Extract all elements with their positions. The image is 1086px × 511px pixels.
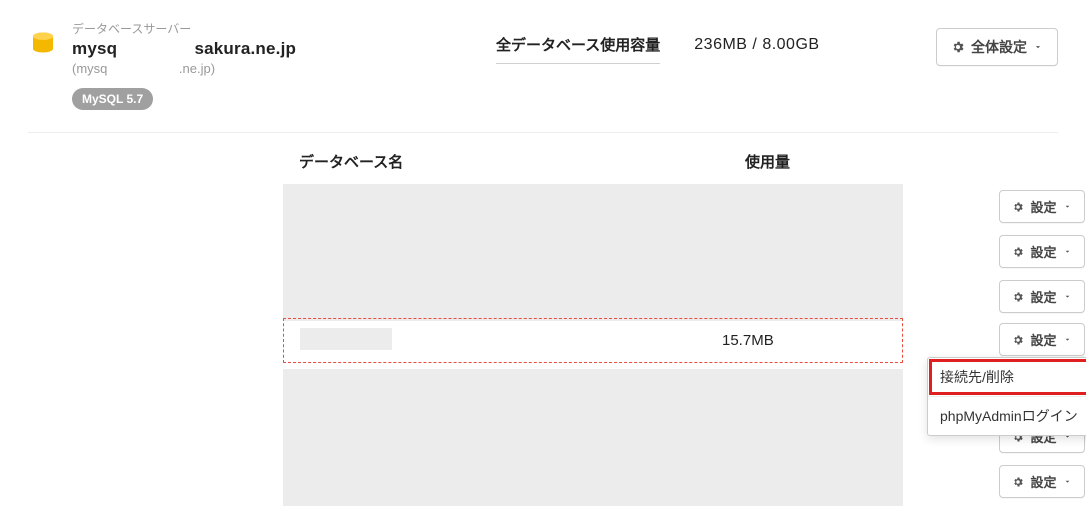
gear-icon — [1012, 246, 1024, 258]
table-row: 設定 — [283, 459, 1085, 504]
usage-values: 236MB / 8.00GB — [694, 36, 819, 63]
global-settings-button[interactable]: 全体設定 — [936, 28, 1058, 66]
row-settings-button[interactable]: 設定 — [999, 280, 1085, 313]
chevron-down-icon — [1033, 42, 1043, 52]
server-host: mysqxxxxxxxxsakura.ne.jp — [72, 39, 302, 59]
chevron-down-icon — [1063, 477, 1072, 486]
server-label: データベースサーバー — [72, 20, 302, 37]
gear-icon — [1012, 201, 1024, 213]
database-table: データベース名 使用量 設定 — [283, 151, 1085, 504]
dropdown-connect-delete[interactable]: 接続先/削除 — [928, 358, 1086, 396]
global-settings-label: 全体設定 — [971, 37, 1027, 57]
database-icon — [28, 30, 58, 60]
mysql-version-badge: MySQL 5.7 — [72, 88, 153, 110]
chevron-down-icon — [1063, 202, 1072, 211]
col-header-name: データベース名 — [299, 151, 745, 172]
row-settings-button[interactable]: 設定 — [999, 190, 1085, 223]
table-row: 設定 — [283, 229, 1085, 274]
row-settings-button[interactable]: 設定 — [999, 323, 1085, 356]
table-row: 設定 — [283, 274, 1085, 319]
table-header: データベース名 使用量 — [283, 151, 1085, 184]
row-settings-button[interactable]: 設定 — [999, 465, 1085, 498]
chevron-down-icon — [1063, 292, 1072, 301]
gear-icon — [1012, 291, 1024, 303]
col-header-usage: 使用量 — [745, 151, 955, 172]
chevron-down-icon — [1063, 247, 1072, 256]
table-row-selected: 15.7MB — [283, 318, 903, 363]
row-settings-button[interactable]: 設定 — [999, 235, 1085, 268]
gear-icon — [951, 40, 965, 54]
db-name — [300, 328, 722, 353]
gear-icon — [1012, 334, 1024, 346]
db-usage: 15.7MB — [722, 332, 902, 349]
usage-summary: 全データベース使用容量 236MB / 8.00GB — [496, 34, 820, 64]
row-settings-dropdown: 接続先/削除 phpMyAdminログイン — [927, 357, 1086, 436]
chevron-down-icon — [1063, 335, 1072, 344]
gear-icon — [1012, 476, 1024, 488]
usage-label: 全データベース使用容量 — [496, 34, 660, 64]
table-row: 設定 — [283, 184, 1085, 229]
dropdown-phpmyadmin[interactable]: phpMyAdminログイン — [928, 396, 1086, 435]
server-sub: (mysqxxxxxxxxxxx.ne.jp) — [72, 61, 302, 76]
server-header: データベースサーバー mysqxxxxxxxxsakura.ne.jp (mys… — [28, 20, 1058, 133]
